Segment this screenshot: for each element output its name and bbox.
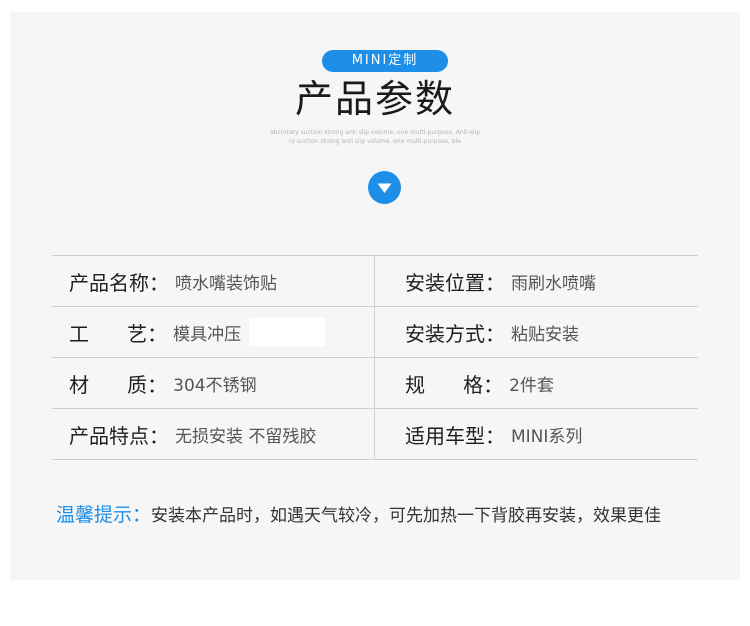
param-value: MINI系列 <box>511 426 583 447</box>
param-cell: 安装方式： 粘贴安装 <box>375 307 698 357</box>
param-cell: 规 格： 2件套 <box>375 358 698 408</box>
param-value: 无损安装 不留残胶 <box>175 426 317 447</box>
blank-patch <box>249 318 326 346</box>
param-label: 工 艺： <box>69 321 168 346</box>
param-cell: 材 质： 304不锈钢 <box>52 358 375 408</box>
param-cell: 适用车型： MINI系列 <box>375 409 698 459</box>
param-label: 产品名称： <box>69 270 169 295</box>
param-value: 2件套 <box>509 375 554 396</box>
param-value: 喷水嘴装饰贴 <box>175 273 277 294</box>
mini-badge: MINI定制 <box>322 50 448 72</box>
param-label: 适用车型： <box>405 423 505 448</box>
param-cell: 工 艺： 模具冲压 <box>52 307 375 357</box>
installation-tip: 温馨提示：安装本产品时，如遇天气较冷，可先加热一下背胶再安装，效果更佳 <box>56 500 736 527</box>
param-label: 产品特点： <box>69 423 169 448</box>
param-value: 粘贴安装 <box>511 324 579 345</box>
table-row: 产品名称： 喷水嘴装饰贴 安装位置： 雨刷水喷嘴 <box>52 256 698 307</box>
param-label: 规 格： <box>405 372 504 397</box>
chevron-down-circle-icon <box>368 171 401 204</box>
param-label: 材 质： <box>69 372 168 397</box>
param-value: 304不锈钢 <box>173 375 257 396</box>
subtitle-line: ry suction strong anti slip volume, one … <box>288 138 462 145</box>
page-title: 产品参数 <box>294 77 455 121</box>
tip-text: 安装本产品时，如遇天气较冷，可先加热一下背胶再安装，效果更佳 <box>151 506 662 526</box>
table-row: 材 质： 304不锈钢 规 格： 2件套 <box>52 358 698 409</box>
table-row: 产品特点： 无损安装 不留残胶 适用车型： MINI系列 <box>52 409 698 460</box>
param-value: 模具冲压 <box>173 324 242 345</box>
param-label: 安装位置： <box>405 270 505 295</box>
param-cell: 产品名称： 喷水嘴装饰贴 <box>52 256 375 306</box>
subtitle-line: abcrotary suction strong anti slip volum… <box>269 129 481 136</box>
table-row: 工 艺： 模具冲压 安装方式： 粘贴安装 <box>52 307 698 358</box>
param-value: 雨刷水喷嘴 <box>511 273 596 294</box>
params-table: 产品名称： 喷水嘴装饰贴 安装位置： 雨刷水喷嘴 工 艺： 模具冲压 安装方式：… <box>52 255 698 460</box>
param-label: 安装方式： <box>405 321 505 346</box>
tip-label: 温馨提示： <box>56 504 152 526</box>
param-cell: 产品特点： 无损安装 不留残胶 <box>52 409 375 459</box>
param-cell: 安装位置： 雨刷水喷嘴 <box>375 256 698 306</box>
